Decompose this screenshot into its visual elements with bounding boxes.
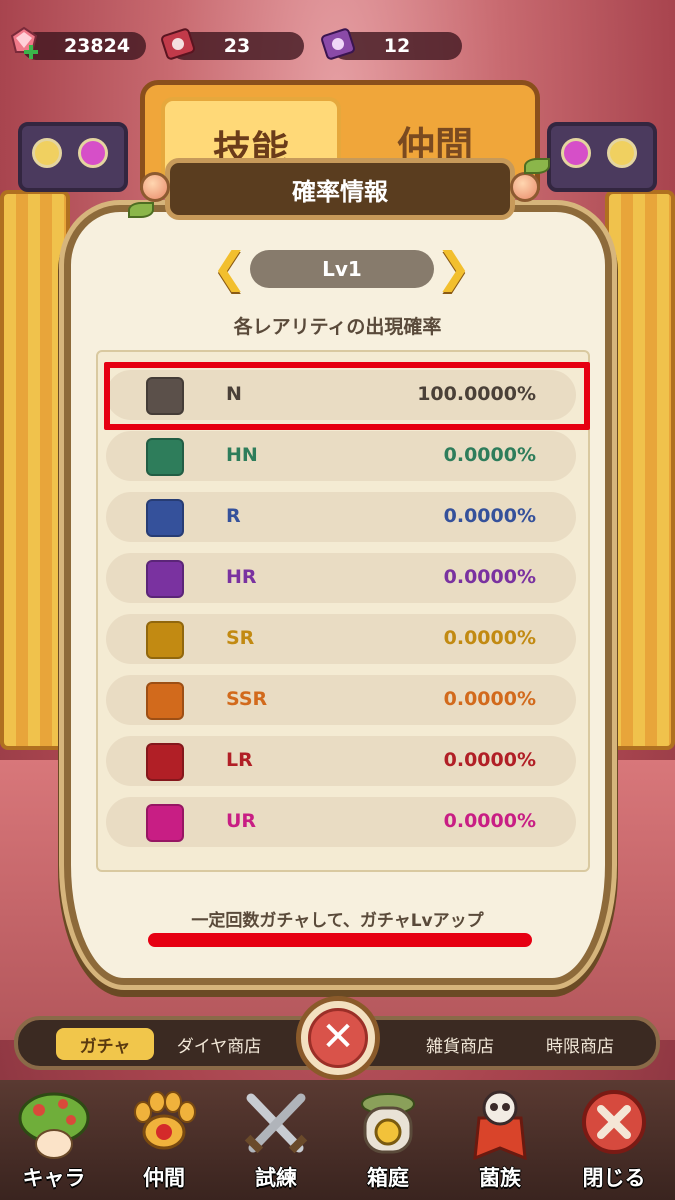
gem-count: 23824 — [63, 35, 131, 57]
rarity-color-swatch — [146, 438, 184, 476]
rarity-color-swatch — [146, 621, 184, 659]
leaf-ornament — [128, 202, 154, 218]
rarity-name: HN — [226, 444, 258, 466]
next-level-button[interactable]: ❯ — [436, 247, 471, 290]
leaf-ornament — [524, 158, 550, 174]
background-lamp-left — [18, 122, 128, 192]
rarity-color-swatch — [146, 560, 184, 598]
mushroom-ornament-right — [510, 172, 540, 202]
level-display: Lv1 — [250, 250, 434, 288]
bottom-navigation: キャラ 仲間 試練 箱庭 菌族 閉じる — [0, 1080, 675, 1200]
rarity-percent: 0.0000% — [443, 444, 536, 466]
rarity-percent: 0.0000% — [443, 566, 536, 588]
background-lamp-right — [547, 122, 657, 192]
close-icon — [582, 1090, 646, 1154]
nav-item-close[interactable]: 閉じる — [560, 1088, 668, 1198]
rarity-name: UR — [226, 810, 257, 832]
rarity-color-swatch — [146, 804, 184, 842]
purple-ticket-icon — [321, 28, 355, 60]
nav-item-trials[interactable]: 試練 — [222, 1088, 330, 1198]
rarity-row: R 0.0000% — [106, 492, 576, 542]
rarity-row: HN 0.0000% — [106, 431, 576, 481]
highlight-underline — [148, 933, 532, 947]
rarity-color-swatch — [146, 743, 184, 781]
purple-ticket-count: 12 — [383, 35, 411, 57]
gem-plus-icon[interactable] — [4, 24, 44, 64]
rarity-row: UR 0.0000% — [106, 797, 576, 847]
rarity-color-swatch — [146, 499, 184, 537]
rarity-row: HR 0.0000% — [106, 553, 576, 603]
gacha-level-note: 一定回数ガチャして、ガチャLvアップ — [191, 911, 484, 931]
nav-label-trials: 試練 — [255, 1166, 297, 1190]
garden-shrine-icon — [361, 1093, 415, 1154]
rarity-name: HR — [226, 566, 257, 588]
rarity-percent: 0.0000% — [443, 749, 536, 771]
rarity-percent: 0.0000% — [443, 505, 536, 527]
rarity-name: SR — [226, 627, 255, 649]
mushroom-ornament-left — [140, 172, 170, 202]
rarity-rates-heading: 各レアリティの出現確率 — [233, 316, 442, 338]
skull-banner-icon — [473, 1090, 527, 1160]
level-selector: ❮ Lv1 ❯ — [0, 247, 675, 290]
highlight-box — [104, 362, 590, 430]
shop-tab-goods-shop[interactable]: 雑貨商店 — [410, 1028, 510, 1060]
rarity-color-swatch — [146, 682, 184, 720]
dialog-title: 確率情報 — [165, 158, 515, 220]
nav-item-clan[interactable]: 菌族 — [446, 1088, 554, 1198]
rarity-row: SR 0.0000% — [106, 614, 576, 664]
nav-label-garden: 箱庭 — [367, 1166, 409, 1190]
rarity-row: LR 0.0000% — [106, 736, 576, 786]
rarity-row: SSR 0.0000% — [106, 675, 576, 725]
nav-item-companions[interactable]: 仲間 — [110, 1088, 218, 1198]
paw-icon — [134, 1091, 196, 1150]
nav-label-character: キャラ — [22, 1166, 86, 1190]
currency-bar: 23824 23 12 — [0, 26, 675, 64]
rarity-name: SSR — [226, 688, 268, 710]
shop-tab-gacha[interactable]: ガチャ — [56, 1028, 154, 1060]
nav-item-character[interactable]: キャラ — [0, 1088, 108, 1198]
shop-tab-diamond-shop[interactable]: ダイヤ商店 — [164, 1028, 274, 1060]
ticket-count: 23 — [223, 35, 251, 57]
ticket-icon — [161, 28, 195, 60]
rarity-name: LR — [226, 749, 253, 771]
nav-item-garden[interactable]: 箱庭 — [334, 1088, 442, 1198]
nav-label-clan: 菌族 — [479, 1166, 521, 1190]
previous-level-button[interactable]: ❮ — [212, 247, 247, 290]
close-icon: ✕ — [308, 1008, 368, 1068]
mushroom-character-icon — [18, 1092, 90, 1159]
nav-label-close: 閉じる — [582, 1166, 646, 1190]
rarity-percent: 0.0000% — [443, 688, 536, 710]
shop-tab-limited-shop[interactable]: 時限商店 — [530, 1028, 630, 1060]
nav-label-companions: 仲間 — [143, 1166, 185, 1190]
crossed-swords-icon — [244, 1093, 308, 1154]
rarity-name: R — [226, 505, 241, 527]
rarity-percent: 0.0000% — [443, 627, 536, 649]
close-dialog-button[interactable]: ✕ — [296, 996, 380, 1080]
rarity-percent: 0.0000% — [443, 810, 536, 832]
